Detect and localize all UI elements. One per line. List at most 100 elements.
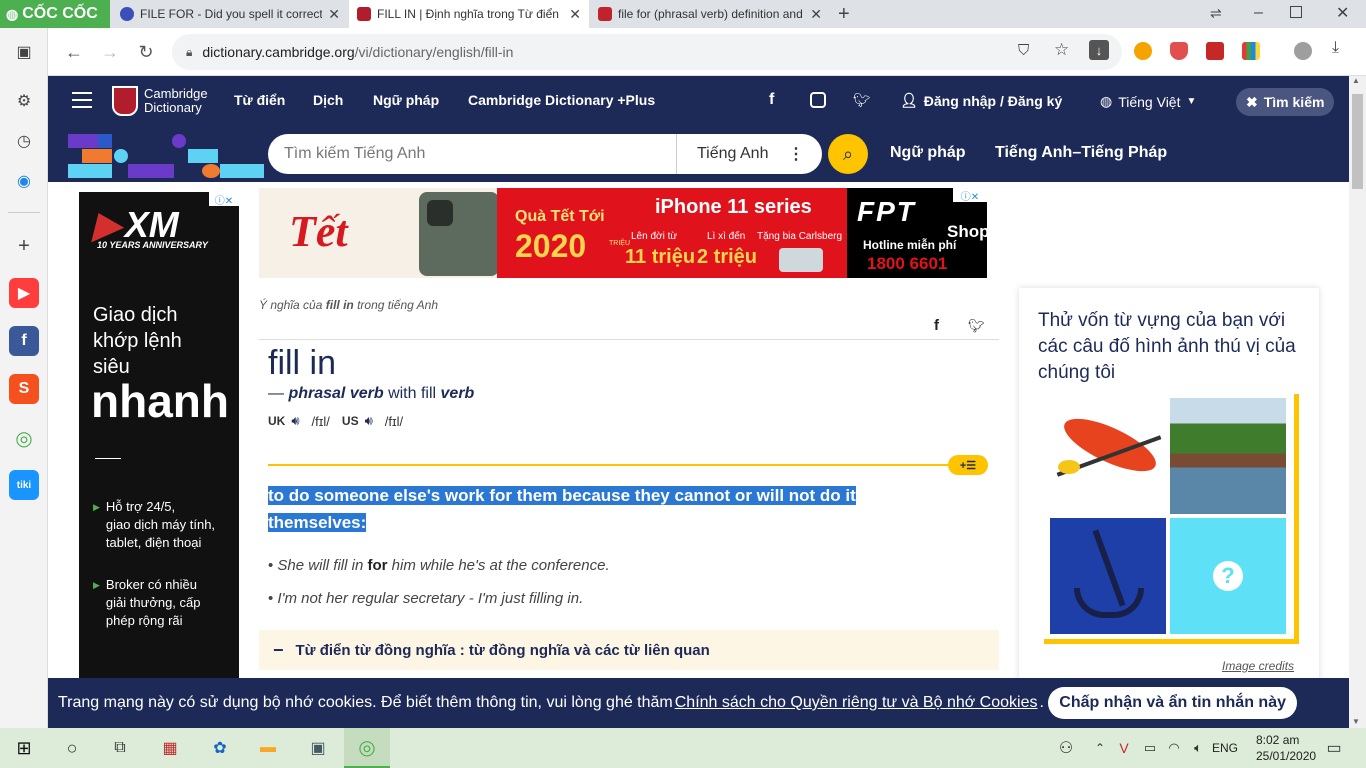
browser-brand[interactable]: ◍ CỐC CỐC [0, 0, 110, 28]
app-icon[interactable]: ▣ [306, 736, 330, 760]
bookmark-star-icon[interactable]: ☆ [1054, 40, 1069, 60]
quiz-image-unknown[interactable]: ? [1170, 518, 1286, 634]
privacy-policy-link[interactable]: Chính sách cho Quyền riêng tư và Bộ nhớ … [675, 694, 1038, 712]
iphone-image [419, 192, 499, 276]
browser-tab-bar: ◍ CỐC CỐC FILE FOR - Did you spell it co… [0, 0, 1366, 28]
search-circle-icon[interactable]: ○ [60, 736, 84, 760]
quiz-image-kayak[interactable] [1050, 398, 1166, 514]
quiz-image-grid: ? [1044, 394, 1299, 644]
share-twitter-icon[interactable]: 🐦︎ [968, 318, 985, 334]
search-input[interactable]: Tìm kiếm Tiếng Anh [268, 145, 676, 163]
thesaurus-toggle[interactable]: − Từ điển từ đồng nghĩa : từ đồng nghĩa … [259, 630, 999, 670]
ad-choices-icon[interactable]: ⓘ✕ [953, 188, 987, 203]
language-selector[interactable]: ◍ Tiếng Việt ▼ [1100, 93, 1196, 110]
shopee-icon[interactable]: S [9, 374, 39, 404]
file-explorer-icon[interactable]: ▬ [256, 736, 280, 760]
page-scrollbar[interactable]: ▲ ▼ [1349, 76, 1366, 728]
close-tab-icon[interactable]: ✕ [810, 6, 822, 23]
coccoc-taskbar-icon[interactable]: ◎ [344, 728, 390, 768]
left-advertisement[interactable]: ⓘ✕ ▶ XM 10 YEARS ANNIVERSARY Giao dịch kh… [79, 192, 239, 728]
ad-choices-icon[interactable]: ⓘ✕ [209, 192, 239, 207]
uk-audio-speaker-icon[interactable]: 🔊︎ [291, 413, 299, 429]
reload-button[interactable]: ↻ [132, 38, 160, 66]
instagram-icon[interactable] [810, 92, 826, 108]
shield-icon[interactable]: ⛉ [1018, 42, 1029, 59]
share-facebook-icon[interactable]: f [934, 317, 939, 334]
chevron-up-icon[interactable]: ⌃ [1088, 736, 1112, 760]
youtube-icon[interactable]: ▶ [9, 278, 39, 308]
tab-search-icon[interactable]: ⇌ [1210, 5, 1222, 22]
en-fr-link[interactable]: Tiếng Anh–Tiếng Pháp [995, 144, 1167, 162]
search-button[interactable]: ⌕ [828, 134, 868, 174]
login-link[interactable]: 👤︎ Đăng nhập / Đăng ký [900, 92, 1062, 109]
extension-shield-icon[interactable] [1170, 42, 1188, 60]
twitter-icon[interactable]: 🐦︎ [853, 92, 871, 109]
minimize-button[interactable]: – [1254, 4, 1263, 22]
settings-gear-icon[interactable]: ⚙ [8, 85, 40, 117]
add-to-list-button[interactable]: +☰ [948, 455, 988, 475]
globe-icon: ◍ [1100, 93, 1113, 109]
windows-start-icon[interactable]: ⊞ [12, 736, 36, 760]
quiz-image-anchor[interactable] [1050, 518, 1166, 634]
tiki-icon[interactable]: tiki [9, 470, 39, 500]
search-box[interactable]: Tìm kiếm Tiếng Anh Tiếng Anh ⋮ [268, 134, 822, 174]
search-toggle-button[interactable]: ✖ Tìm kiếm [1236, 88, 1335, 116]
scroll-thumb[interactable] [1352, 94, 1363, 189]
close-tab-icon[interactable]: ✕ [328, 6, 340, 23]
tab-file-for-phrasal[interactable]: file for (phrasal verb) definition and ✕ [590, 0, 830, 28]
grammar-link[interactable]: Ngữ pháp [890, 144, 966, 162]
extension-icon[interactable] [1134, 42, 1152, 60]
facebook-icon[interactable]: f [769, 91, 774, 109]
accept-cookies-button[interactable]: Chấp nhận và ẩn tin nhắn này [1048, 687, 1297, 719]
download-icon[interactable]: ↓ [1089, 40, 1109, 60]
app-icon[interactable]: ▦ [158, 736, 182, 760]
task-view-icon[interactable]: ⧉ [108, 736, 132, 760]
nav-item-translate[interactable]: Dịch [313, 92, 343, 108]
people-icon[interactable]: ⚇ [1054, 736, 1078, 760]
app-icon[interactable]: ✿ [208, 736, 232, 760]
hamburger-menu-icon[interactable] [72, 92, 92, 108]
forward-button[interactable]: → [96, 38, 124, 66]
quiz-panel[interactable]: Thử vốn từ vựng của bạn với các câu đố h… [1019, 288, 1319, 728]
address-bar[interactable]: 🔒︎ dictionary.cambridge.org/vi/dictionar… [172, 34, 1122, 70]
top-banner-advertisement[interactable]: Tết Quà Tết Tới 2020 TRIỆU iPhone 11 ser… [259, 188, 987, 278]
ad-headline-big: nhanh [91, 375, 229, 427]
battery-icon[interactable]: ▭ [1138, 736, 1162, 760]
volume-icon[interactable]: 🔈︎ [1186, 736, 1210, 760]
sidebar-toggle-icon[interactable]: ▣ [8, 36, 40, 68]
us-audio-speaker-icon[interactable]: 🔊︎ [365, 413, 373, 429]
extension-icon[interactable] [1206, 42, 1224, 60]
maximize-button[interactable] [1290, 6, 1302, 18]
ad-bullet-2: ▶ Broker có nhiều giải thưởng, cấp phép rộ… [93, 577, 201, 628]
quiz-image-barge[interactable] [1170, 398, 1286, 514]
scroll-up-arrow[interactable]: ▲ [1352, 76, 1360, 85]
search-language-select[interactable]: Tiếng Anh ⋮ [676, 134, 822, 174]
clock[interactable]: 8:02 am 25/01/2020 [1256, 732, 1316, 764]
new-tab-button[interactable]: + [838, 3, 850, 26]
profile-avatar[interactable] [1294, 42, 1312, 60]
cambridge-logo[interactable]: Cambridge Dictionary [112, 86, 208, 116]
downloads-icon[interactable]: ⤓ [1332, 39, 1339, 57]
tray-app-icon[interactable]: V [1112, 736, 1136, 760]
add-app-icon[interactable]: + [8, 230, 40, 262]
nav-item-dictionary[interactable]: Từ điển [234, 92, 285, 108]
tab-file-for[interactable]: FILE FOR - Did you spell it correctly ✕ [112, 0, 348, 28]
close-tab-icon[interactable]: ✕ [569, 6, 581, 23]
nav-item-grammar[interactable]: Ngữ pháp [373, 92, 439, 108]
close-window-button[interactable]: ✕ [1336, 3, 1349, 23]
image-credits-link[interactable]: Image credits [1222, 659, 1294, 673]
tab-fill-in[interactable]: FILL IN | Định nghĩa trong Từ điển ✕ [349, 0, 589, 28]
cambridge-shield-icon [112, 86, 138, 116]
messenger-icon[interactable]: ◉ [8, 165, 40, 197]
ad-amount-1: 11 triệu [625, 246, 696, 268]
history-icon[interactable]: ◷ [8, 125, 40, 157]
coccoc-app-icon[interactable]: ◎ [8, 422, 40, 454]
back-button[interactable]: ← [60, 38, 88, 66]
scroll-down-arrow[interactable]: ▼ [1352, 717, 1360, 726]
wifi-icon[interactable]: ◠ [1162, 736, 1186, 760]
input-language[interactable]: ENG [1212, 741, 1238, 755]
facebook-icon[interactable]: f [9, 326, 39, 356]
nav-item-plus[interactable]: Cambridge Dictionary +Plus [468, 92, 655, 108]
notifications-icon[interactable]: ▭ [1322, 736, 1346, 760]
extension-icon[interactable] [1242, 42, 1260, 60]
